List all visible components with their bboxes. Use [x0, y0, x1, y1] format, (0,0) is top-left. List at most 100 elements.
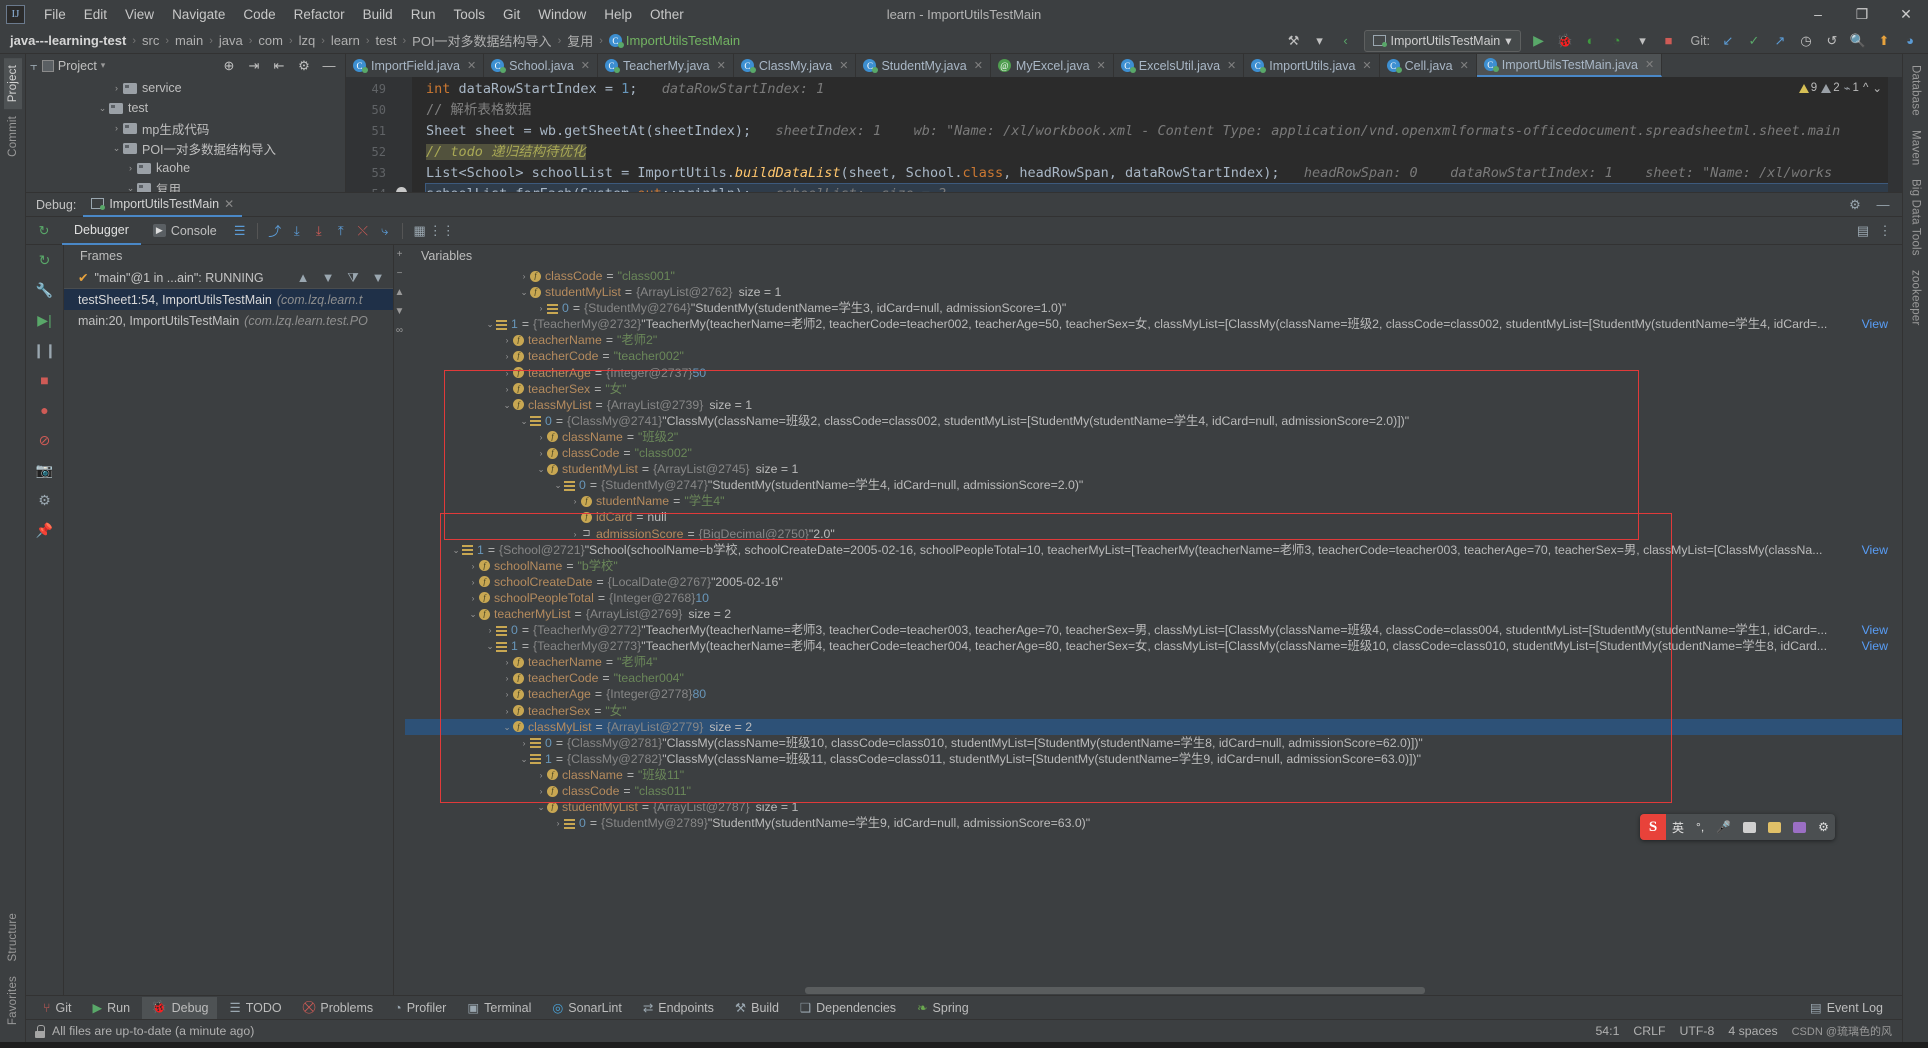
chevron-right-icon[interactable]: ›: [501, 332, 513, 348]
menu-refactor[interactable]: Refactor: [285, 4, 354, 25]
mute-breakpoints-icon[interactable]: ⊘: [33, 429, 57, 451]
variable-row[interactable]: › f teacherCode = "teacher004": [405, 670, 1902, 686]
account-icon[interactable]: ◕: [1898, 30, 1922, 52]
chevron-down-icon[interactable]: ⌄: [518, 751, 530, 767]
chevron-right-icon[interactable]: ›: [501, 686, 513, 702]
variable-row[interactable]: › f schoolName = "b学校": [405, 558, 1902, 574]
collapse-all-icon[interactable]: ⇤: [267, 55, 291, 77]
chevron-right-icon[interactable]: ›: [124, 163, 137, 173]
run-to-cursor-icon[interactable]: ⤷: [374, 220, 396, 242]
view-value-link[interactable]: View: [1862, 622, 1888, 638]
variable-row[interactable]: ⌄ 0 = {StudentMy@2747} "StudentMy(studentNa…: [405, 477, 1902, 493]
run-configuration-selector[interactable]: ImportUtilsTestMain ▾: [1363, 29, 1521, 52]
ime-punctuation-toggle[interactable]: °,: [1690, 820, 1710, 834]
chevron-right-icon[interactable]: ›: [501, 381, 513, 397]
evaluate-expression-icon[interactable]: ▦: [409, 220, 431, 242]
breadcrumb-com[interactable]: com: [258, 33, 283, 48]
bottom-item-run[interactable]: ▶ Run: [84, 997, 140, 1019]
stop-icon[interactable]: ■: [33, 369, 57, 391]
bottom-item-terminal[interactable]: ▣ Terminal: [458, 997, 540, 1019]
view-breakpoints-icon[interactable]: ●: [33, 399, 57, 421]
variable-row[interactable]: ⌄ f classMyList = {ArrayList@2779} size = 2: [405, 718, 1902, 735]
chevron-right-icon[interactable]: ›: [484, 622, 496, 638]
chevron-down-icon[interactable]: ▾: [101, 60, 106, 71]
bottom-item-problems[interactable]: ⛒ Problems: [294, 997, 383, 1019]
toolbox-icon[interactable]: [1762, 821, 1787, 833]
chevron-down-icon[interactable]: ⌄: [96, 103, 109, 114]
keyboard-icon[interactable]: [1737, 821, 1762, 833]
weak-warning-count[interactable]: 2: [1821, 82, 1840, 94]
git-commit-icon[interactable]: ✓: [1742, 30, 1766, 52]
chevron-right-icon[interactable]: ›: [535, 429, 547, 445]
settings-gear-icon[interactable]: ⚙: [292, 55, 316, 77]
menu-tools[interactable]: Tools: [444, 4, 494, 25]
menu-git[interactable]: Git: [494, 4, 529, 25]
chevron-down-icon[interactable]: ▾: [1631, 30, 1655, 52]
editor-tab[interactable]: C ImportUtilsTestMain.java ✕: [1476, 54, 1663, 77]
pause-program-icon[interactable]: ❙❙: [33, 339, 57, 361]
variable-row[interactable]: › f teacherCode = "teacher002": [405, 348, 1902, 364]
variable-row[interactable]: › f classCode = "class001": [405, 268, 1902, 284]
camera-icon[interactable]: 📷: [33, 459, 57, 481]
chevron-down-icon[interactable]: ⌄: [501, 397, 513, 413]
git-update-icon[interactable]: ↙: [1716, 30, 1740, 52]
variable-row[interactable]: › f teacherAge = {Integer@2737} 50: [405, 365, 1902, 381]
settings-icon[interactable]: ⚙: [1812, 820, 1835, 834]
line-separator[interactable]: CRLF: [1633, 1024, 1665, 1038]
tree-item-fuyong[interactable]: ⌄ 复用: [26, 178, 345, 192]
frame-item[interactable]: testSheet1:54, ImportUtilsTestMain (com.l…: [64, 289, 393, 310]
variable-row[interactable]: ⌄ f classMyList = {ArrayList@2739} size = 1: [405, 397, 1902, 413]
layout-settings-icon[interactable]: ☰: [229, 220, 251, 242]
pin-icon[interactable]: 📌: [33, 519, 57, 541]
inspection-summary[interactable]: 9 2 ⌁ 1 ^ ⌄: [1798, 81, 1882, 95]
chevron-down-icon[interactable]: ⌄: [535, 461, 547, 477]
bottom-item-dependencies[interactable]: ❑ Dependencies: [791, 997, 905, 1019]
sidebar-item-database[interactable]: Database: [1907, 58, 1925, 123]
next-problem-icon[interactable]: ⌄: [1872, 81, 1882, 95]
chevron-right-icon[interactable]: ›: [110, 123, 123, 133]
code-line[interactable]: schoolList.forEach(System.out::println);…: [425, 183, 1888, 192]
close-icon[interactable]: ✕: [1227, 59, 1236, 72]
hide-panel-icon[interactable]: —: [317, 55, 341, 77]
variable-row[interactable]: › f teacherName = "老师2": [405, 332, 1902, 348]
variable-row[interactable]: ⌄ 1 = {ClassMy@2782} "ClassMy(className=班级1…: [405, 751, 1902, 767]
close-icon[interactable]: ✕: [974, 59, 983, 72]
chevron-right-icon[interactable]: ›: [552, 815, 564, 831]
frames-scrollbar-column[interactable]: + − ▲ ▼ ∞: [394, 245, 405, 995]
tree-item-kaohe[interactable]: › kaohe: [26, 158, 345, 178]
step-out-icon[interactable]: ⤒: [330, 220, 352, 242]
variable-row[interactable]: › f studentName = "学生4": [405, 493, 1902, 509]
menu-file[interactable]: File: [35, 4, 75, 25]
editor-tab[interactable]: C ImportUtils.java ✕: [1244, 54, 1380, 77]
breadcrumb-current-class[interactable]: ImportUtilsTestMain: [626, 33, 740, 48]
close-icon[interactable]: ✕: [1460, 59, 1469, 72]
variable-row[interactable]: ⌄ f studentMyList = {ArrayList@2787} size = …: [405, 799, 1902, 815]
stop-button[interactable]: ■: [1657, 30, 1681, 52]
chevron-right-icon[interactable]: ›: [569, 526, 581, 542]
search-icon[interactable]: 🔍: [1846, 30, 1870, 52]
variable-row[interactable]: ⌄ 1 = {School@2721} "School(schoolName=b学校,…: [405, 542, 1902, 558]
chevron-down-icon[interactable]: ⌄: [450, 542, 462, 558]
bottom-item-todo[interactable]: ☰ TODO: [220, 997, 290, 1019]
sidebar-item-maven[interactable]: Maven: [1907, 123, 1925, 173]
bottom-item-git[interactable]: ⑂ Git: [34, 997, 81, 1019]
close-icon[interactable]: ✕: [717, 59, 726, 72]
step-into-icon[interactable]: ⤓: [286, 220, 308, 242]
chevron-down-icon[interactable]: ⌄: [501, 719, 513, 735]
variable-row[interactable]: › ⊐ admissionScore = {BigDecimal@2750} "2.0": [405, 526, 1902, 542]
git-push-icon[interactable]: ↗: [1768, 30, 1792, 52]
variable-row[interactable]: › f schoolCreateDate = {LocalDate@2767} "200…: [405, 574, 1902, 590]
breakpoint-icon[interactable]: [396, 187, 407, 192]
variables-horizontal-scrollbar[interactable]: [405, 985, 1902, 995]
menu-edit[interactable]: Edit: [75, 4, 116, 25]
scrollbar-thumb[interactable]: [805, 987, 1425, 994]
menu-run[interactable]: Run: [402, 4, 445, 25]
rerun-icon[interactable]: ↻: [26, 220, 62, 242]
view-value-link[interactable]: View: [1862, 542, 1888, 558]
tree-item-test[interactable]: ⌄ test: [26, 98, 345, 118]
menu-build[interactable]: Build: [354, 4, 402, 25]
prev-problem-icon[interactable]: ^: [1863, 82, 1868, 94]
resume-program-icon[interactable]: ▶|: [33, 309, 57, 331]
chevron-right-icon[interactable]: ›: [518, 268, 530, 284]
editor-tab[interactable]: C ImportField.java ✕: [346, 54, 485, 77]
